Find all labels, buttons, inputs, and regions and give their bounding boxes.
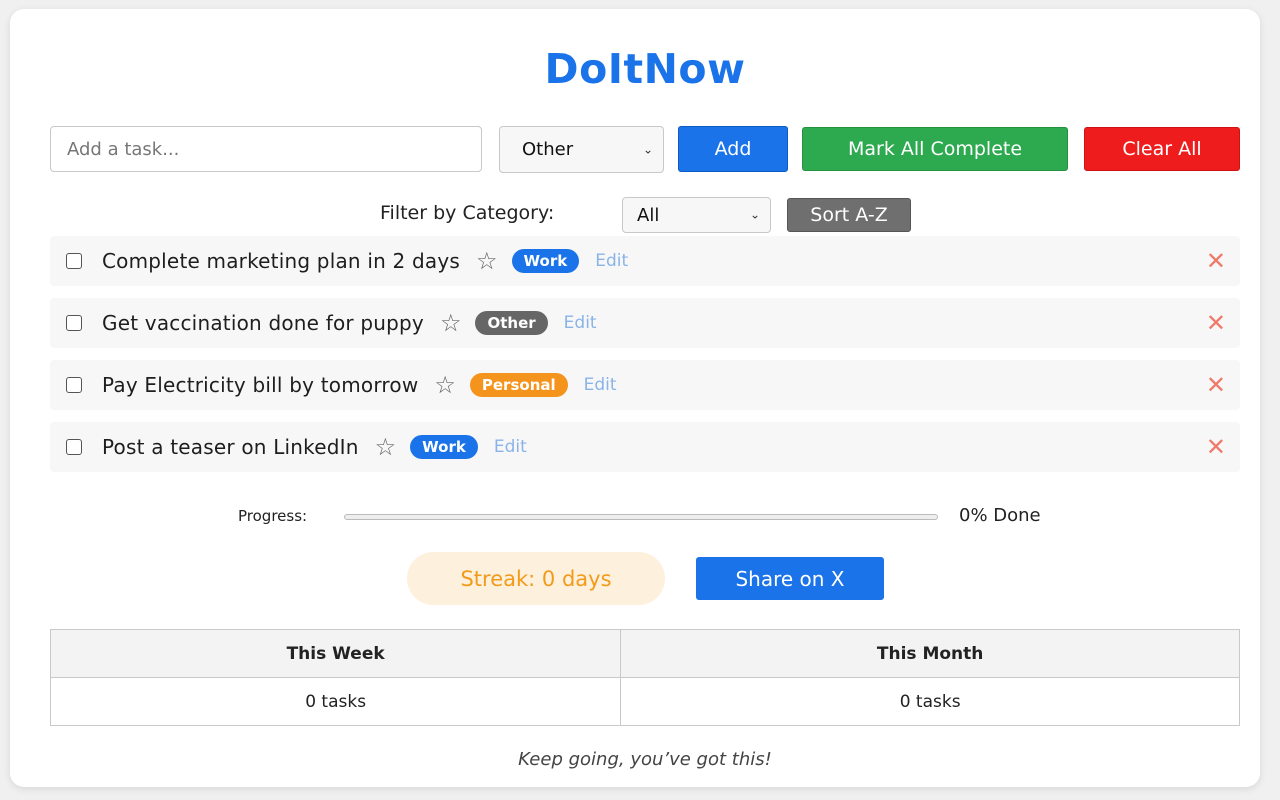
mark-all-complete-button[interactable]: Mark All Complete <box>802 127 1068 171</box>
task-text: Post a teaser on LinkedIn <box>102 435 359 459</box>
chevron-down-icon: ⌄ <box>749 207 760 222</box>
star-outline-icon[interactable]: ☆ <box>476 249 498 273</box>
task-text: Get vaccination done for puppy <box>102 311 424 335</box>
category-select-value: Other <box>522 139 574 160</box>
category-badge: Work <box>410 435 478 459</box>
close-x-icon[interactable]: ✕ <box>1206 370 1226 400</box>
sort-az-button[interactable]: Sort A-Z <box>787 198 911 232</box>
stats-header-month: This Month <box>620 629 1240 678</box>
star-outline-icon[interactable]: ☆ <box>375 435 397 459</box>
stats-header-row: This Week This Month <box>49 629 1240 678</box>
stats-table: This Week This Month 0 tasks 0 tasks <box>49 629 1240 726</box>
category-select[interactable]: Other ⌄ <box>499 126 664 173</box>
edit-link[interactable]: Edit <box>584 375 617 395</box>
motivation-text: Keep going, you’ve got this! <box>518 749 772 770</box>
close-x-icon[interactable]: ✕ <box>1206 246 1226 276</box>
task-checkbox[interactable] <box>66 315 82 331</box>
stats-value-week: 0 tasks <box>49 677 622 726</box>
stats-value-month: 0 tasks <box>620 677 1240 726</box>
app-title: DoItNow <box>544 45 746 93</box>
edit-link[interactable]: Edit <box>494 437 527 457</box>
star-outline-icon[interactable]: ☆ <box>434 373 456 397</box>
app-card: DoItNow Other ⌄ Add Mark All Complete Cl… <box>10 9 1260 787</box>
close-x-icon[interactable]: ✕ <box>1206 308 1226 338</box>
filter-label: Filter by Category: <box>380 202 555 224</box>
task-checkbox[interactable] <box>66 253 82 269</box>
category-badge: Other <box>475 311 548 335</box>
task-input[interactable] <box>50 126 482 172</box>
task-item: Pay Electricity bill by tomorrow ☆ Perso… <box>50 360 1240 410</box>
filter-select-value: All <box>637 204 660 226</box>
task-text: Complete marketing plan in 2 days <box>102 249 461 273</box>
stats-header-week: This Week <box>49 629 622 678</box>
task-item: Complete marketing plan in 2 days ☆ Work… <box>50 236 1240 286</box>
category-badge: Personal <box>469 373 568 397</box>
progress-percent-text: 0% Done <box>959 505 1041 526</box>
filter-category-select[interactable]: All ⌄ <box>622 197 771 233</box>
task-checkbox[interactable] <box>66 377 82 393</box>
task-item: Get vaccination done for puppy ☆ Other E… <box>50 298 1240 348</box>
progress-bar <box>344 514 938 520</box>
task-checkbox[interactable] <box>66 439 82 455</box>
category-badge: Work <box>511 249 580 273</box>
task-item: Post a teaser on LinkedIn ☆ Work Edit ✕ <box>50 422 1240 472</box>
chevron-down-icon: ⌄ <box>642 141 653 156</box>
streak-badge: Streak: 0 days <box>407 552 665 605</box>
task-text: Pay Electricity bill by tomorrow <box>102 373 419 397</box>
stats-value-row: 0 tasks 0 tasks <box>49 677 1240 726</box>
edit-link[interactable]: Edit <box>595 251 628 271</box>
clear-all-button[interactable]: Clear All <box>1084 127 1240 171</box>
share-on-x-button[interactable]: Share on X <box>696 557 884 600</box>
add-button[interactable]: Add <box>678 126 788 172</box>
close-x-icon[interactable]: ✕ <box>1206 432 1226 462</box>
star-outline-icon[interactable]: ☆ <box>440 311 462 335</box>
progress-label: Progress: <box>238 507 308 525</box>
edit-link[interactable]: Edit <box>564 313 597 333</box>
